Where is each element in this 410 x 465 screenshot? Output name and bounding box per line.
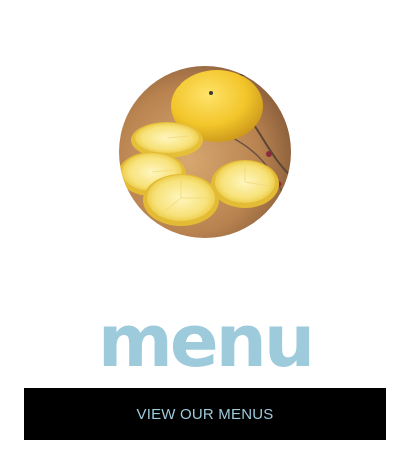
view-menus-button[interactable]: VIEW OUR MENUS xyxy=(24,388,386,440)
section-heading: menu xyxy=(97,299,315,383)
lemons-illustration xyxy=(119,66,291,238)
lemons-photo xyxy=(119,66,291,238)
